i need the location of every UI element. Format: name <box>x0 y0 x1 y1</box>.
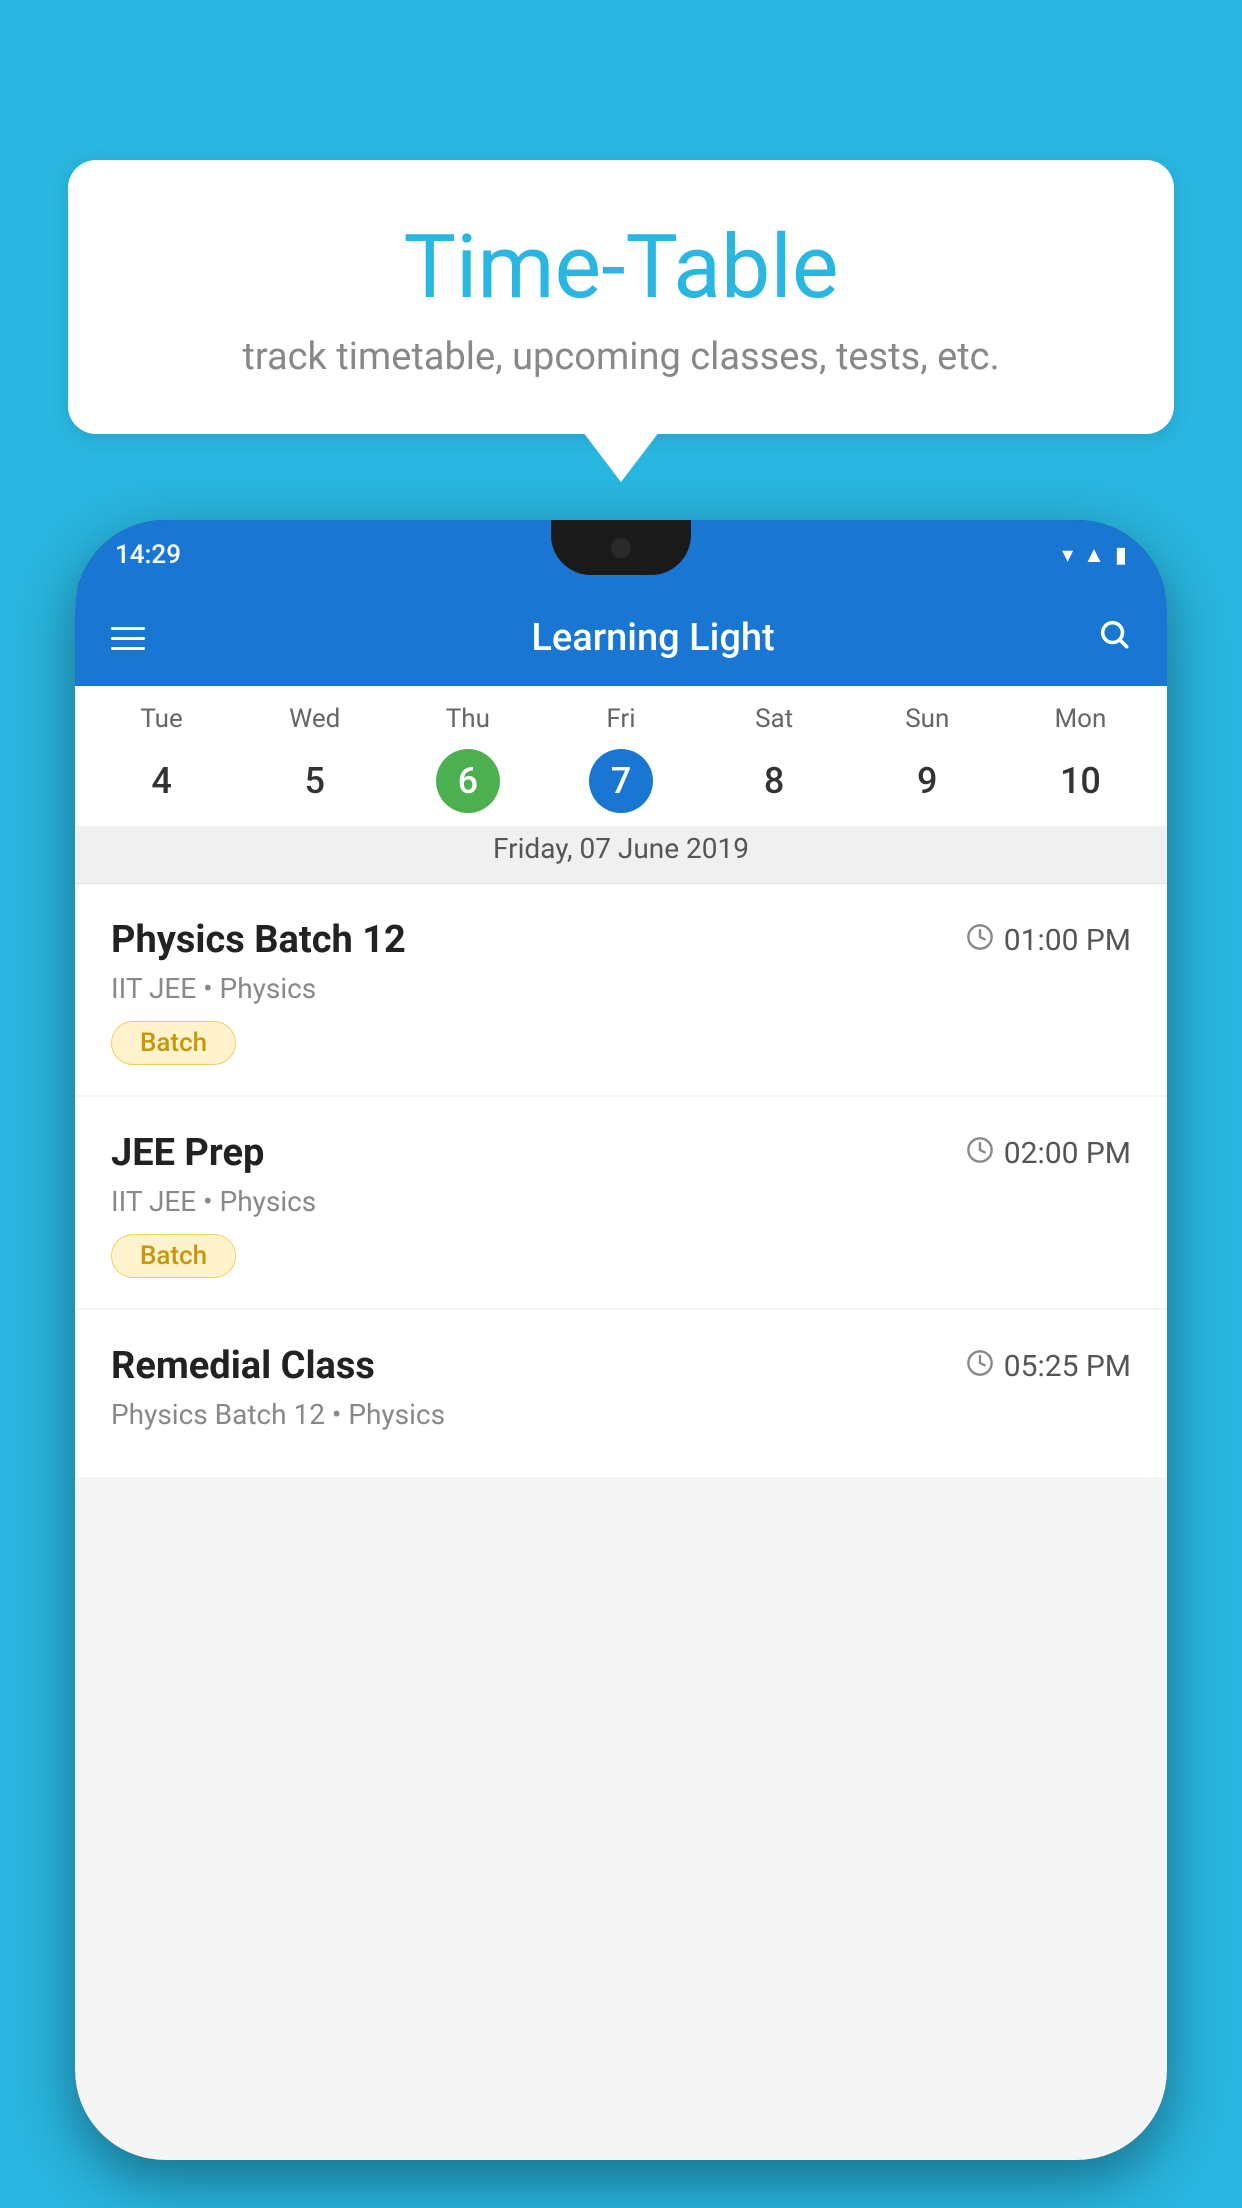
day-label-wed: Wed <box>238 704 391 734</box>
batch-badge-1: Batch <box>111 1021 236 1065</box>
calendar-day-6-today[interactable]: 6 <box>391 750 544 812</box>
phone-frame: 14:29 ▾ ▲ ▮ Learning Light <box>75 520 1167 2160</box>
class-time-2: 02:00 PM <box>966 1136 1131 1171</box>
class-name-3: Remedial Class <box>111 1344 375 1388</box>
camera-dot <box>611 538 631 558</box>
class-item-jee-prep[interactable]: JEE Prep 02:00 PM IIT JEE • Physics Batc… <box>75 1097 1167 1308</box>
hamburger-menu-icon[interactable] <box>111 627 145 650</box>
status-icons: ▾ ▲ ▮ <box>1062 542 1127 568</box>
day-label-fri: Fri <box>544 704 697 734</box>
class-item-physics-batch[interactable]: Physics Batch 12 01:00 PM IIT JEE • Phys… <box>75 884 1167 1095</box>
status-time: 14:29 <box>115 540 181 570</box>
speech-bubble-container: Time-Table track timetable, upcoming cla… <box>68 160 1174 434</box>
class-meta-1: IIT JEE • Physics <box>111 972 1131 1005</box>
class-item-header-2: JEE Prep 02:00 PM <box>111 1131 1131 1175</box>
calendar-day-5[interactable]: 5 <box>238 750 391 812</box>
class-list: Physics Batch 12 01:00 PM IIT JEE • Phys… <box>75 884 1167 1479</box>
speech-bubble: Time-Table track timetable, upcoming cla… <box>68 160 1174 434</box>
batch-badge-2: Batch <box>111 1234 236 1278</box>
phone-notch <box>551 520 691 575</box>
calendar-day-9[interactable]: 9 <box>851 750 1004 812</box>
status-bar: 14:29 ▾ ▲ ▮ <box>75 520 1167 590</box>
day-label-mon: Mon <box>1004 704 1157 734</box>
class-name-1: Physics Batch 12 <box>111 918 406 962</box>
day-label-sun: Sun <box>851 704 1004 734</box>
signal-icon: ▲ <box>1083 542 1105 568</box>
wifi-icon: ▾ <box>1062 543 1073 568</box>
calendar-section: Tue Wed Thu Fri Sat Sun Mon 4 5 6 7 8 9 … <box>75 686 1167 884</box>
class-item-header-1: Physics Batch 12 01:00 PM <box>111 918 1131 962</box>
clock-icon-3 <box>966 1349 994 1384</box>
calendar-day-10[interactable]: 10 <box>1004 750 1157 812</box>
selected-date-label: Friday, 07 June 2019 <box>75 826 1167 883</box>
day-label-sat: Sat <box>698 704 851 734</box>
speech-bubble-title: Time-Table <box>108 220 1134 317</box>
search-icon[interactable] <box>1097 617 1131 660</box>
day-label-tue: Tue <box>85 704 238 734</box>
app-header: Learning Light <box>75 590 1167 686</box>
class-item-header-3: Remedial Class 05:25 PM <box>111 1344 1131 1388</box>
phone-screen: Learning Light Tue Wed Thu Fri Sat Sun M… <box>75 590 1167 2160</box>
day-labels: Tue Wed Thu Fri Sat Sun Mon <box>75 686 1167 742</box>
calendar-day-7-selected[interactable]: 7 <box>544 750 697 812</box>
battery-icon: ▮ <box>1115 543 1127 568</box>
app-title: Learning Light <box>175 616 1131 660</box>
calendar-day-8[interactable]: 8 <box>698 750 851 812</box>
clock-icon-1 <box>966 923 994 958</box>
class-meta-2: IIT JEE • Physics <box>111 1185 1131 1218</box>
day-numbers: 4 5 6 7 8 9 10 <box>75 742 1167 826</box>
class-meta-3: Physics Batch 12 • Physics <box>111 1398 1131 1431</box>
class-time-3: 05:25 PM <box>966 1349 1131 1384</box>
class-item-remedial[interactable]: Remedial Class 05:25 PM Physics Batch 12… <box>75 1310 1167 1477</box>
day-label-thu: Thu <box>391 704 544 734</box>
calendar-day-4[interactable]: 4 <box>85 750 238 812</box>
class-time-1: 01:00 PM <box>966 923 1131 958</box>
clock-icon-2 <box>966 1136 994 1171</box>
class-name-2: JEE Prep <box>111 1131 264 1175</box>
speech-bubble-subtitle: track timetable, upcoming classes, tests… <box>108 335 1134 379</box>
